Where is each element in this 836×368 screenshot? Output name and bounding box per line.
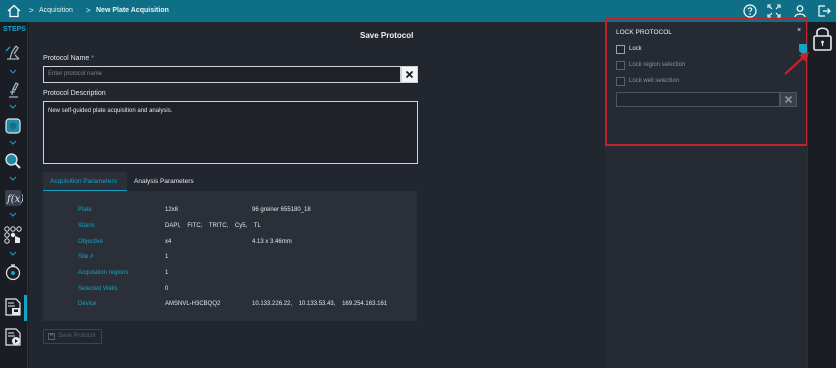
table-row: Objective x4 4.13 x 3.46mm xyxy=(43,239,417,255)
protocol-description-input[interactable]: New self-guided plate acquisition and an… xyxy=(43,101,418,164)
lock-protocol-title: LOCK PROTOCOL xyxy=(616,29,672,36)
param-value: x4 xyxy=(165,239,172,245)
protocol-name-placeholder: Enter protocol name xyxy=(48,71,103,77)
annotation-arrow-icon xyxy=(784,52,809,75)
page-title: Save Protocol xyxy=(360,31,414,40)
breadcrumb-separator: > xyxy=(29,6,34,15)
table-row: Stains DAPI, FITC, TRITC, Cy5, TL xyxy=(43,223,417,239)
table-row: Acquisition regions 1 xyxy=(43,270,417,286)
save-protocol-label: Save Protocol xyxy=(58,333,96,339)
save-protocol-button[interactable]: Save Protocol xyxy=(43,329,102,344)
param-key: Site # xyxy=(78,254,94,260)
close-icon[interactable]: × xyxy=(797,27,801,34)
clear-name-button[interactable] xyxy=(401,66,418,83)
floppy-icon xyxy=(48,333,55,340)
param-key: Selected Wells xyxy=(78,286,118,292)
clear-lock-button[interactable] xyxy=(780,92,797,107)
logout-icon[interactable] xyxy=(816,3,832,19)
breadcrumb-separator: > xyxy=(86,6,91,15)
table-row: Device AMSNVL-H3CBQQ2 10.133.226.22, 10.… xyxy=(43,301,417,317)
timer-icon[interactable] xyxy=(3,262,23,282)
well-selection-icon[interactable] xyxy=(3,225,23,245)
chevron-down-icon xyxy=(9,176,17,181)
active-step-indicator xyxy=(24,295,27,321)
breadcrumb-acquisition[interactable]: Acquisition xyxy=(39,0,73,22)
plate-region-icon[interactable] xyxy=(3,116,23,136)
fullscreen-icon[interactable] xyxy=(766,3,782,19)
table-row: Selected Wells 0 xyxy=(43,286,417,302)
parameters-table: Plate 12x8 96 greiner 655180_18 Stains D… xyxy=(43,191,417,321)
param-value: 12x8 xyxy=(165,207,179,213)
param-value: 0 xyxy=(165,286,169,292)
lock-region-checkbox[interactable] xyxy=(616,61,625,70)
close-icon xyxy=(784,95,793,104)
steps-label: STEPS xyxy=(3,26,26,33)
lock-region-checkbox-label: Lock region selection xyxy=(629,62,686,68)
param-value-extra: 96 greiner 655180_18 xyxy=(252,207,311,213)
param-key: Acquisition regions xyxy=(78,270,129,276)
protocol-name-input[interactable]: Enter protocol name xyxy=(43,66,401,83)
lock-password-input[interactable] xyxy=(616,92,780,107)
protocol-name-label: Protocol Name * xyxy=(43,55,94,62)
chevron-down-icon xyxy=(9,212,17,217)
param-value: 1 xyxy=(165,270,169,276)
param-value-extra: 4.13 x 3.46mm xyxy=(252,239,292,245)
svg-text:f(x): f(x) xyxy=(6,194,23,205)
lock-well-checkbox[interactable] xyxy=(616,77,625,86)
param-key: Objective xyxy=(78,239,104,245)
microscope-icon[interactable] xyxy=(3,80,23,100)
param-key: Stains xyxy=(78,223,95,229)
help-icon[interactable] xyxy=(742,3,758,19)
chevron-down-icon xyxy=(9,251,17,256)
parameter-tabs: Acquisition Parameters Analysis Paramete… xyxy=(43,172,417,191)
tab-analysis-parameters[interactable]: Analysis Parameters xyxy=(127,172,207,191)
table-row: Plate 12x8 96 greiner 655180_18 xyxy=(43,207,417,223)
microscope-setup-icon[interactable] xyxy=(3,43,23,63)
user-icon[interactable] xyxy=(792,3,808,19)
lock-checkbox[interactable] xyxy=(616,45,625,54)
chevron-down-icon xyxy=(9,104,17,109)
tab-acquisition-parameters[interactable]: Acquisition Parameters xyxy=(43,172,127,191)
param-key: Plate xyxy=(78,207,92,213)
param-key: Device xyxy=(78,301,97,307)
table-row: Site # 1 xyxy=(43,254,417,270)
breadcrumb-current: New Plate Acquisition xyxy=(96,7,169,14)
chevron-down-icon xyxy=(9,140,17,145)
param-value: DAPI, FITC, TRITC, Cy5, TL xyxy=(165,223,261,229)
home-icon[interactable] xyxy=(6,3,22,19)
protocol-description-label: Protocol Description xyxy=(43,90,106,97)
param-value-extra: 10.133.226.22, 10.133.53.43, 169.254.163… xyxy=(252,301,388,307)
lock-checkbox-label: Lock xyxy=(629,46,642,52)
param-value: AMSNVL-H3CBQQ2 xyxy=(165,301,221,307)
run-protocol-step-icon[interactable] xyxy=(3,327,23,347)
protocol-description-value: New self-guided plate acquisition and an… xyxy=(48,108,173,114)
required-mark: * xyxy=(91,55,94,62)
lock-well-checkbox-label: Lock well selection xyxy=(629,78,680,84)
save-protocol-step-icon[interactable] xyxy=(3,297,23,317)
param-value: 1 xyxy=(165,254,169,260)
close-icon xyxy=(405,70,414,79)
zoom-analysis-icon[interactable] xyxy=(3,151,23,171)
chevron-down-icon xyxy=(9,69,17,74)
function-icon[interactable]: f(x) xyxy=(3,188,23,208)
lock-icon[interactable] xyxy=(812,25,833,52)
